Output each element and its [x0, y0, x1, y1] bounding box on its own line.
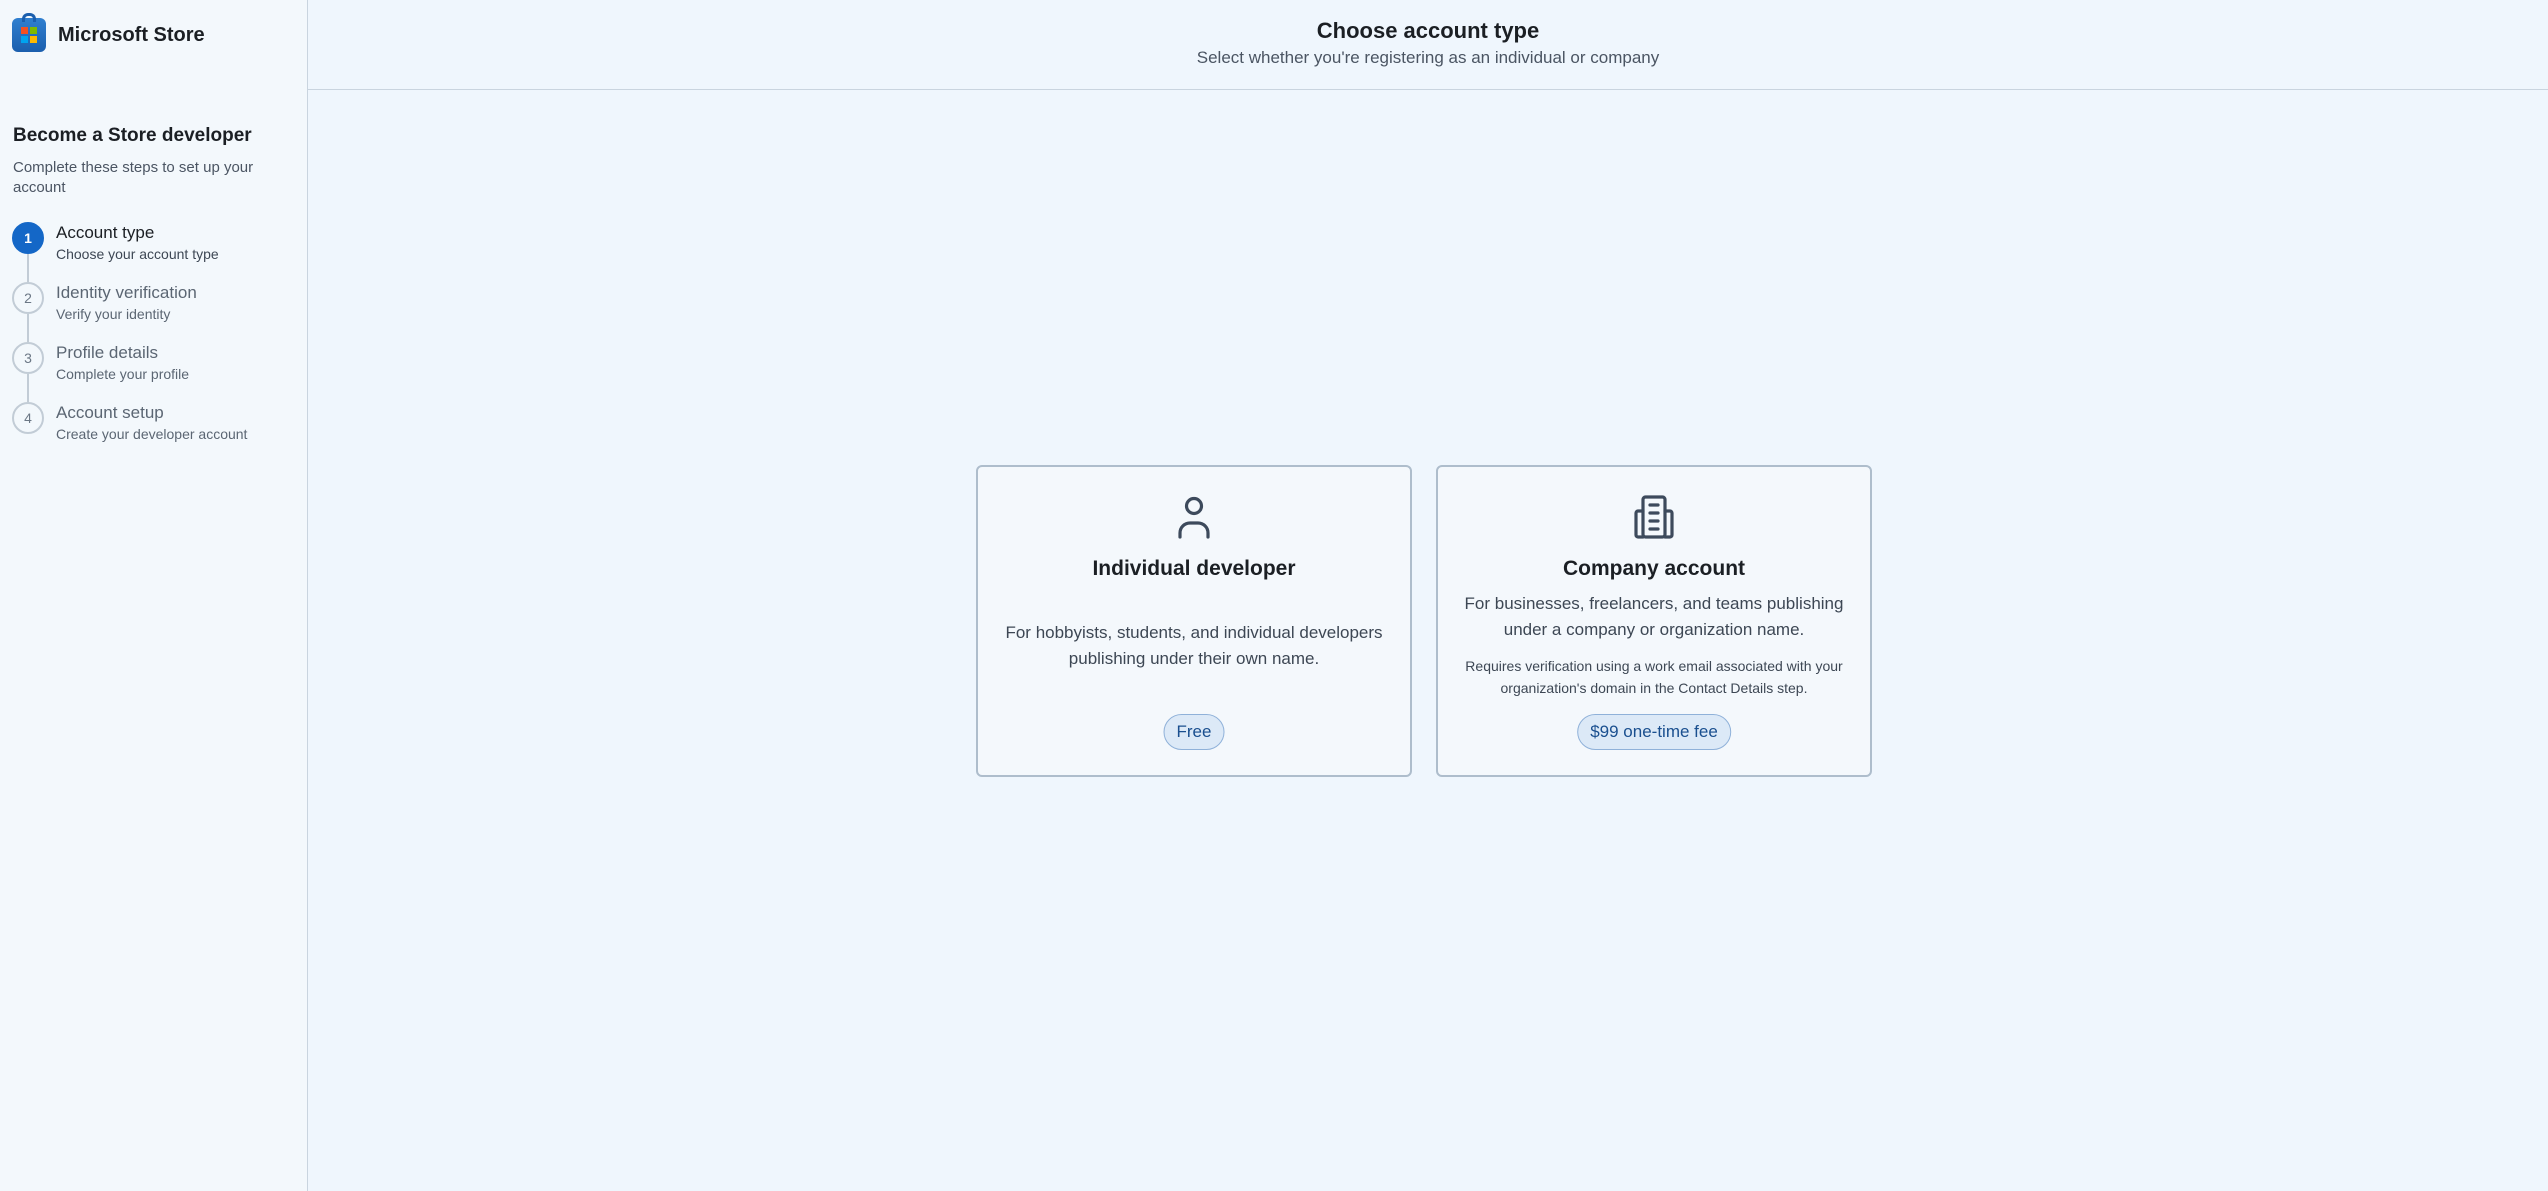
step-connector: [27, 374, 29, 402]
stepper: 1 Account type Choose your account type …: [12, 222, 302, 462]
person-icon: [1178, 496, 1210, 539]
step-description: Create your developer account: [56, 426, 248, 442]
step-number-badge: 1: [12, 222, 44, 254]
step-connector: [27, 254, 29, 282]
step-description: Complete your profile: [56, 366, 190, 382]
sidebar-subtitle: Complete these steps to set up your acco…: [13, 159, 254, 196]
step-connector: [27, 314, 29, 342]
step-identity-verification[interactable]: 2 Identity verification Verify your iden…: [12, 282, 302, 342]
card-description: For hobbyists, students, and individual …: [1005, 623, 1383, 668]
step-number-badge: 4: [12, 402, 44, 434]
brand-name: Microsoft Store: [58, 23, 205, 46]
account-type-options: Individual developer For hobbyists, stud…: [976, 465, 1872, 777]
individual-developer-card[interactable]: Individual developer For hobbyists, stud…: [976, 465, 1412, 777]
price-badge: Free: [1163, 714, 1225, 750]
step-title: Account setup: [56, 403, 164, 422]
sidebar: Microsoft Store Become a Store developer…: [0, 0, 308, 1191]
sidebar-title: Become a Store developer: [13, 125, 252, 146]
step-title: Identity verification: [56, 283, 197, 302]
main-content: Choose account type Select whether you'r…: [308, 0, 2548, 1191]
microsoft-store-logo-icon: [12, 13, 46, 52]
card-verification-note: Requires verification using a work email…: [1465, 658, 1843, 696]
step-description: Choose your account type: [56, 246, 219, 262]
step-number-badge: 2: [12, 282, 44, 314]
price-badge: $99 one-time fee: [1577, 714, 1731, 750]
step-profile-details[interactable]: 3 Profile details Complete your profile: [12, 342, 302, 402]
step-description: Verify your identity: [56, 306, 171, 322]
app-window: Microsoft Store Become a Store developer…: [0, 0, 2548, 1191]
card-description: For businesses, freelancers, and teams p…: [1464, 594, 1844, 639]
step-title: Profile details: [56, 343, 159, 362]
card-title: Company account: [1562, 557, 1746, 580]
company-account-card[interactable]: Company account For businesses, freelanc…: [1436, 465, 1872, 777]
brand: Microsoft Store: [12, 13, 205, 52]
step-account-type[interactable]: 1 Account type Choose your account type: [12, 222, 302, 282]
card-title: Individual developer: [1092, 557, 1296, 580]
building-icon: [1634, 495, 1674, 539]
page-subtitle: Select whether you're registering as an …: [1196, 47, 1660, 67]
page-title: Choose account type: [1316, 17, 1540, 43]
page-header: Choose account type Select whether you'r…: [308, 0, 2548, 90]
step-title: Account type: [56, 223, 155, 242]
step-number-badge: 3: [12, 342, 44, 374]
step-account-setup[interactable]: 4 Account setup Create your developer ac…: [12, 402, 302, 462]
